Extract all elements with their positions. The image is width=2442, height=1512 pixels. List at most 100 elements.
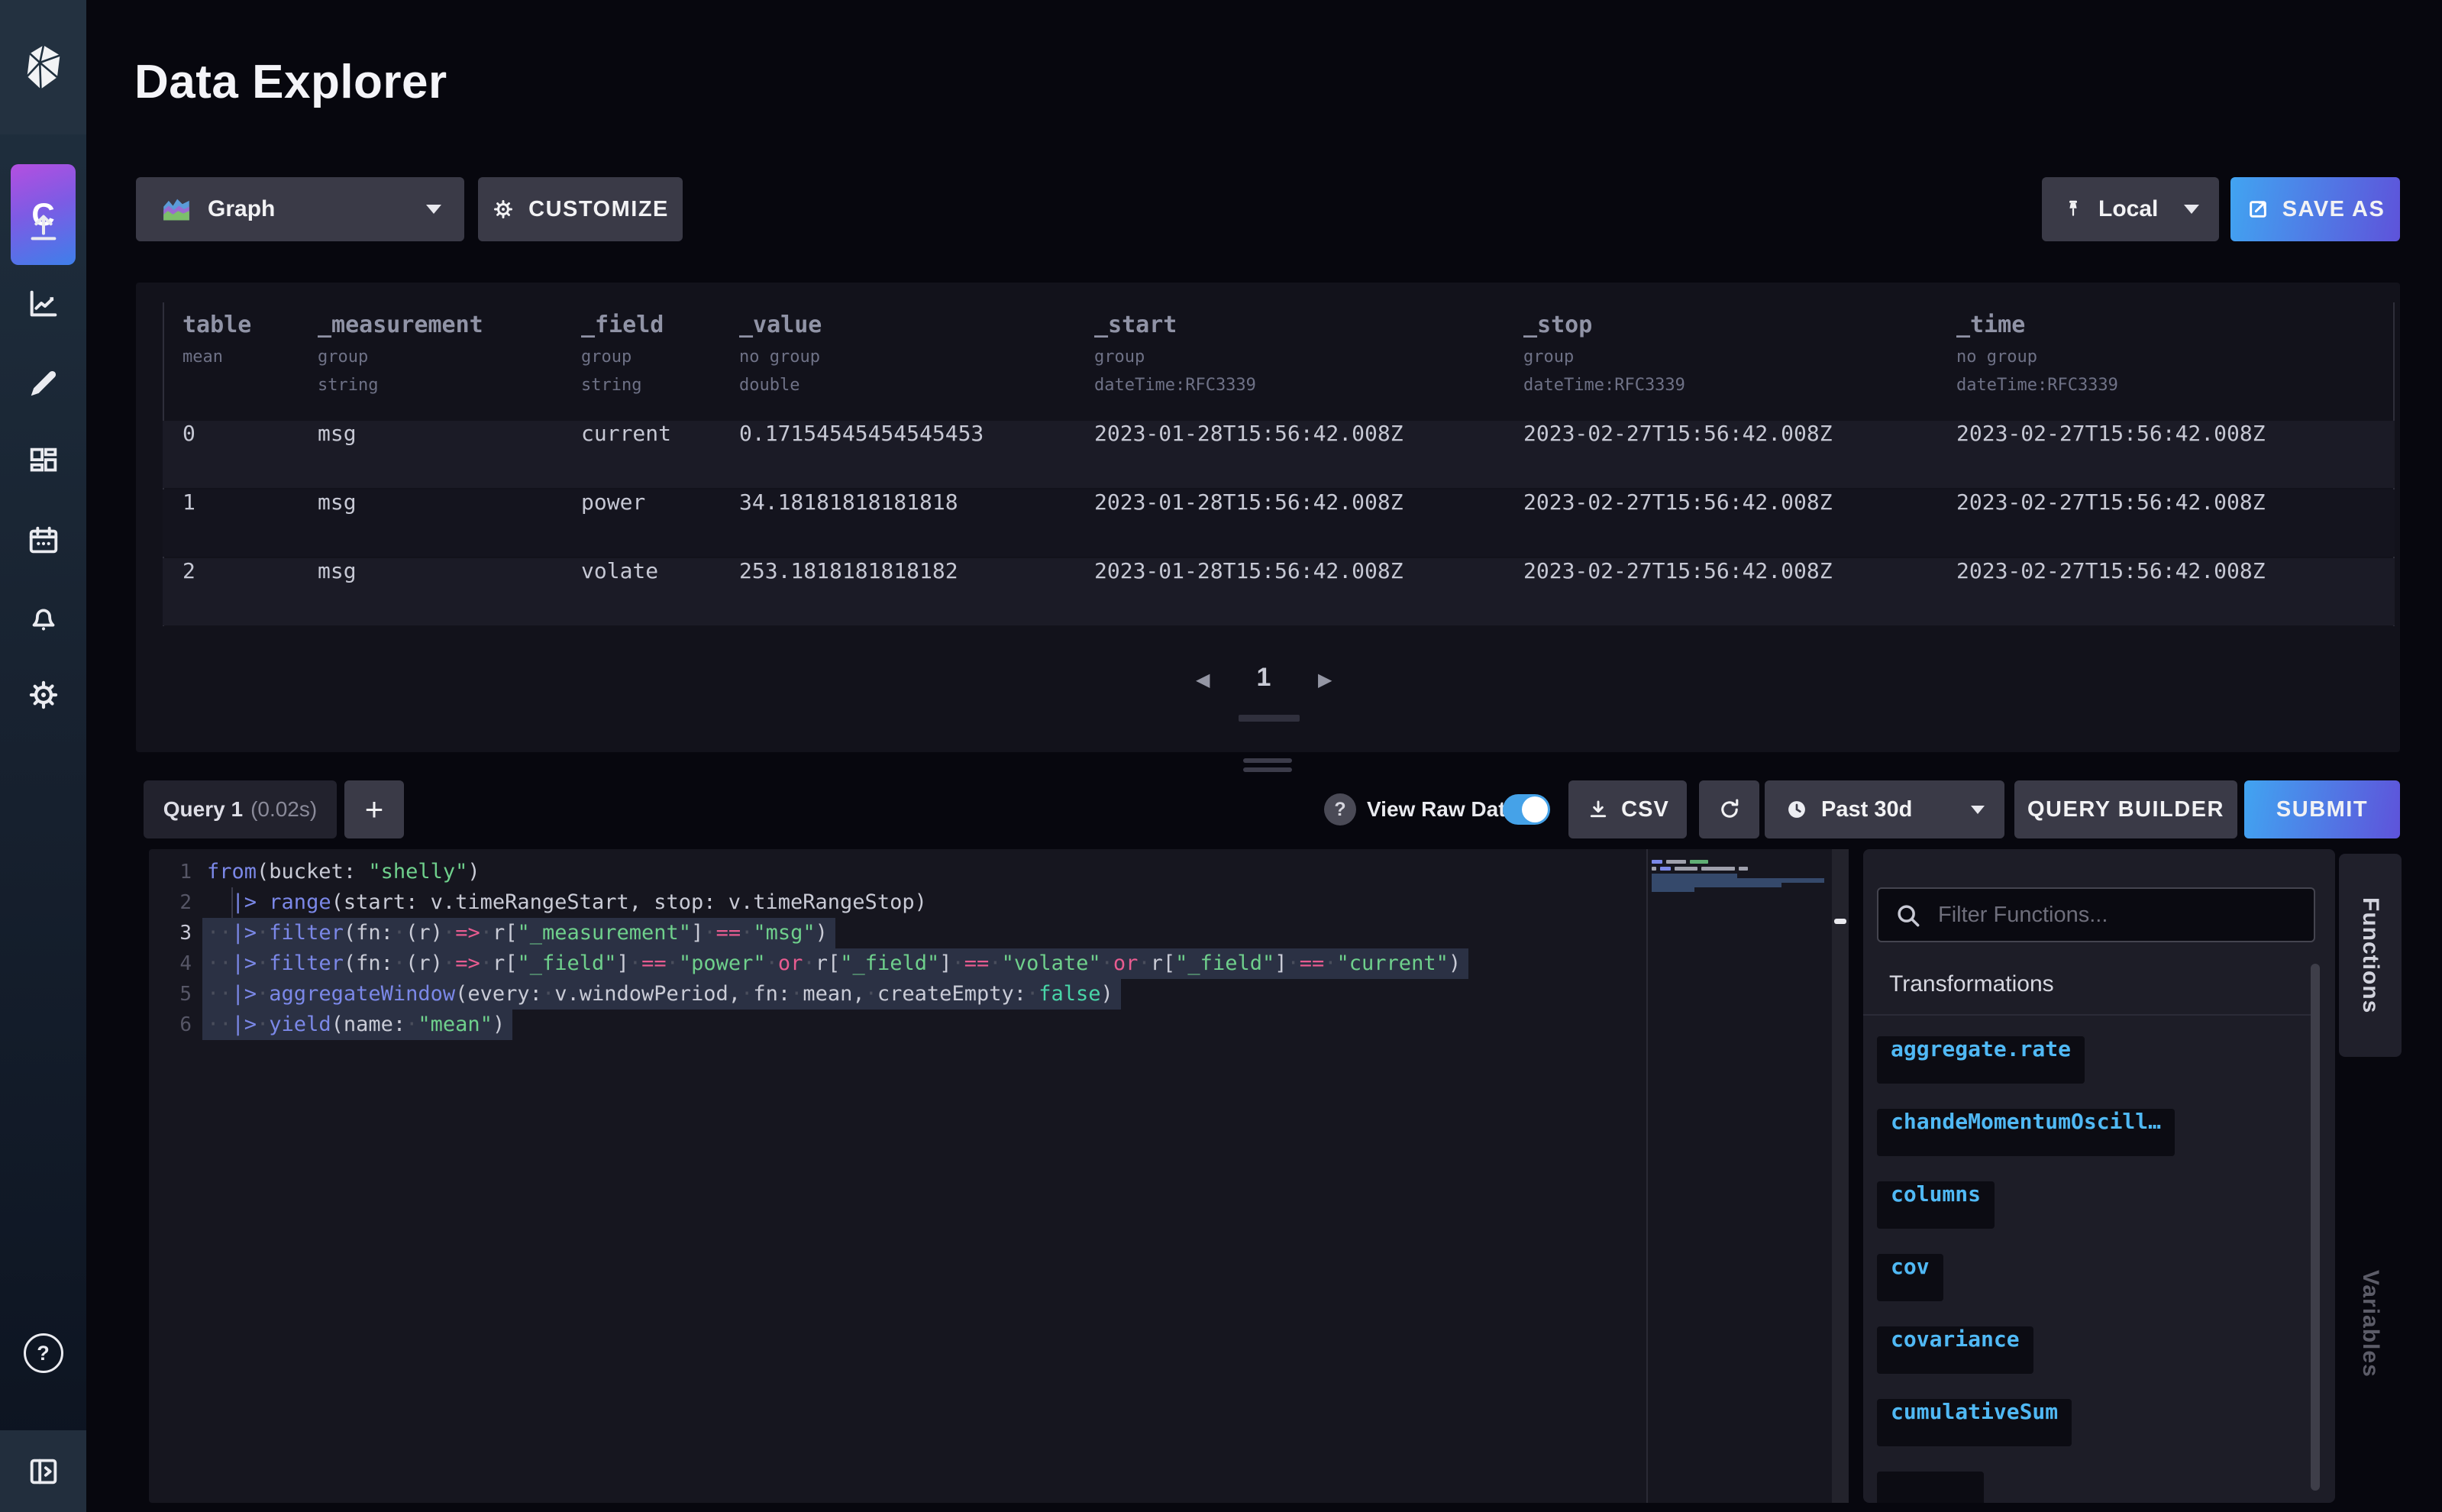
- view-raw-data-label: View Raw Data: [1367, 780, 1517, 838]
- editor-code[interactable]: from(bucket: "shelly") |> range(start: v…: [207, 857, 1468, 1040]
- tab-variables[interactable]: Variables: [2339, 1247, 2402, 1400]
- code-line[interactable]: ··|>·aggregateWindow(every:·v.windowPeri…: [207, 979, 1468, 1010]
- column-header[interactable]: _measurementgroupstring: [318, 312, 483, 395]
- query-builder-button[interactable]: QUERY BUILDER: [2014, 780, 2237, 838]
- sidebar-expand-button[interactable]: [0, 1430, 86, 1512]
- toggle-knob: [1522, 796, 1548, 822]
- table-cell: 2023-02-27T15:56:42.008Z: [1956, 489, 2266, 557]
- submit-button[interactable]: SUBMIT: [2244, 780, 2400, 838]
- line-number: 2: [149, 887, 192, 918]
- column-header[interactable]: _stopgroupdateTime:RFC3339: [1523, 312, 1685, 395]
- minimap-line: [1652, 860, 1708, 864]
- function-item[interactable]: aggregate.rate: [1877, 1036, 2085, 1084]
- function-item[interactable]: covariance: [1877, 1326, 2033, 1374]
- scope-label: Local: [2098, 196, 2158, 222]
- functions-scrollbar[interactable]: [2311, 964, 2320, 1491]
- pagination-page-number[interactable]: 1: [1245, 663, 1283, 693]
- tab-functions-label: Functions: [2357, 897, 2383, 1013]
- functions-panel: Filter Functions... Transformations aggr…: [1863, 849, 2335, 1503]
- function-item[interactable]: chandeMomentumOscill…: [1877, 1109, 2175, 1156]
- raw-data-table: tablemean _measurementgroupstring _fieldgr…: [136, 283, 2400, 752]
- flux-code-editor[interactable]: 123456 from(bucket: "shelly") |> range(s…: [149, 849, 1849, 1503]
- function-item[interactable]: cov: [1877, 1254, 1943, 1301]
- sidebar-item-notebooks[interactable]: [0, 356, 86, 411]
- editor-line-numbers: 123456: [149, 857, 192, 1040]
- influxdb-logo[interactable]: [0, 0, 86, 134]
- gear-icon: [26, 677, 61, 712]
- graph-icon: [26, 286, 61, 321]
- function-item[interactable]: columns: [1877, 1181, 1995, 1229]
- download-icon: [1586, 797, 1610, 822]
- table-cell: 2: [183, 558, 195, 625]
- table-resize-handle[interactable]: [1243, 758, 1292, 777]
- line-number: 1: [149, 857, 192, 887]
- csv-download-button[interactable]: CSV: [1568, 780, 1687, 838]
- table-cell: power: [581, 489, 645, 557]
- sidebar-item-tasks[interactable]: [0, 513, 86, 568]
- sidebar-item-help[interactable]: ?: [0, 1326, 86, 1381]
- filter-functions-input[interactable]: Filter Functions...: [1877, 887, 2315, 942]
- code-line[interactable]: |> range(start: v.timeRangeStart, stop: …: [207, 887, 1468, 918]
- column-header[interactable]: _timeno groupdateTime:RFC3339: [1956, 312, 2118, 395]
- code-line[interactable]: ··|>·filter(fn:·(r)·=>·r["_field"]·==·"p…: [207, 948, 1468, 979]
- view-raw-data-toggle[interactable]: [1503, 794, 1550, 825]
- table-cell: 0: [183, 421, 195, 488]
- chevron-down-icon: [1971, 806, 1985, 814]
- column-header[interactable]: tablemean: [183, 312, 251, 367]
- table-cell: 34.18181818181818: [739, 489, 958, 557]
- bell-icon: [26, 599, 61, 635]
- refresh-button[interactable]: [1699, 780, 1759, 838]
- table-cell: 2023-02-27T15:56:42.008Z: [1523, 489, 1833, 557]
- table-cell: 2023-02-27T15:56:42.008Z: [1523, 421, 1833, 488]
- pagination-prev-button[interactable]: ◀: [1196, 669, 1210, 690]
- query-tab[interactable]: Query 1 (0.02s): [144, 780, 337, 838]
- sidebar-item-alerts[interactable]: [0, 590, 86, 645]
- page-title: Data Explorer: [134, 55, 447, 109]
- table-cell: volate: [581, 558, 658, 625]
- table-cell: 253.1818181818182: [739, 558, 958, 625]
- search-icon: [1894, 901, 1923, 930]
- scope-dropdown[interactable]: Local: [2042, 177, 2219, 241]
- column-header[interactable]: _valueno groupdouble: [739, 312, 822, 395]
- table-row: 0msgcurrent0.171545454545454532023-01-28…: [163, 421, 2395, 488]
- table-cell: current: [581, 421, 671, 488]
- sidebar-item-dashboards[interactable]: [0, 434, 86, 489]
- function-item[interactable]: cumulativeSum: [1877, 1399, 2072, 1446]
- pin-icon: [2062, 198, 2085, 221]
- clock-icon: [1785, 797, 1809, 822]
- editor-panel-splitter[interactable]: [1832, 849, 1849, 1503]
- chevron-down-icon: [2184, 205, 2199, 214]
- function-item-partial[interactable]: [1877, 1472, 1984, 1503]
- column-header[interactable]: _startgroupdateTime:RFC3339: [1094, 312, 1256, 395]
- code-line[interactable]: from(bucket: "shelly"): [207, 857, 1468, 887]
- sidebar-item-settings[interactable]: [0, 667, 86, 722]
- time-range-label: Past 30d: [1821, 797, 1912, 822]
- visualization-type-dropdown[interactable]: Graph: [136, 177, 464, 241]
- export-icon: [2246, 197, 2270, 221]
- table-cell: msg: [318, 421, 357, 488]
- sidebar-item-upload[interactable]: [0, 200, 86, 255]
- code-line[interactable]: ··|>·filter(fn:·(r)·=>·r["_measurement"]…: [207, 918, 1468, 948]
- column-header[interactable]: _fieldgroupstring: [581, 312, 664, 395]
- time-range-dropdown[interactable]: Past 30d: [1765, 780, 2004, 838]
- sidebar-item-data-explorer[interactable]: [0, 276, 86, 331]
- calendar-icon: [26, 523, 61, 558]
- sidebar: C: [0, 0, 86, 1512]
- area-chart-icon: [162, 196, 191, 222]
- dashboard-grid-icon: [26, 444, 61, 479]
- raw-data-help-icon[interactable]: ?: [1324, 793, 1356, 825]
- table-cell: 2023-01-28T15:56:42.008Z: [1094, 421, 1404, 488]
- add-query-button[interactable]: +: [344, 780, 404, 838]
- expand-panel-icon: [26, 1454, 61, 1489]
- gear-icon: [492, 198, 515, 221]
- pagination-next-button[interactable]: ▶: [1318, 669, 1332, 690]
- line-number: 4: [149, 948, 192, 979]
- customize-button[interactable]: CUSTOMIZE: [478, 177, 683, 241]
- code-line[interactable]: ··|>·yield(name:·"mean"): [207, 1010, 1468, 1040]
- tab-functions[interactable]: Functions: [2339, 854, 2402, 1057]
- splitter-handle[interactable]: [1834, 919, 1846, 924]
- minimap-separator: [1646, 849, 1648, 1503]
- help-icon: ?: [24, 1333, 63, 1373]
- table-cell: 2023-01-28T15:56:42.008Z: [1094, 489, 1404, 557]
- save-as-button[interactable]: SAVE AS: [2230, 177, 2400, 241]
